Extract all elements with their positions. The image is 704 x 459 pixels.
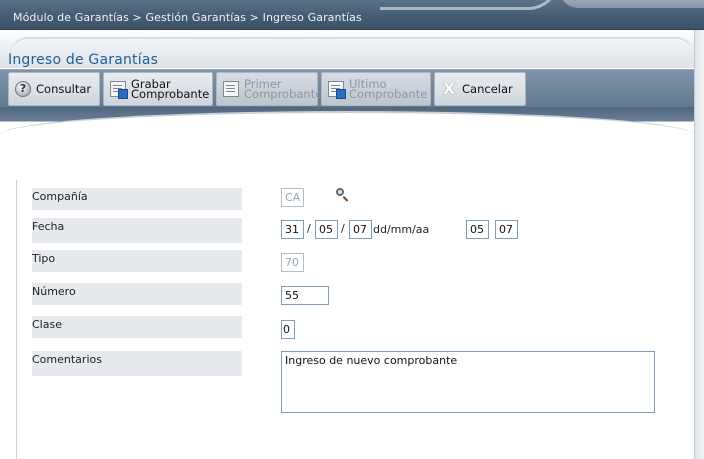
page-title: Ingreso de Garantías <box>8 52 159 68</box>
grabar-label-line2: Comprobante <box>131 87 210 101</box>
hora-input[interactable] <box>466 220 489 239</box>
x-icon: X <box>442 79 456 98</box>
primer-label-line2: Comprobante <box>244 87 323 101</box>
grabar-comprobante-button[interactable]: Grabar Comprobante <box>103 72 213 106</box>
fecha-year-input[interactable] <box>349 220 372 239</box>
cancelar-label: Cancelar <box>462 82 513 96</box>
fecha-format-hint: dd/mm/aa <box>373 223 430 236</box>
consultar-label: Consultar <box>36 82 92 96</box>
clase-input[interactable] <box>281 320 295 339</box>
magnifier-lens <box>336 188 344 196</box>
numero-input[interactable] <box>281 286 329 305</box>
cancelar-button[interactable]: X Cancelar <box>434 72 526 106</box>
decorative-band <box>0 107 694 151</box>
compania-input[interactable] <box>281 188 304 207</box>
decorative-wave <box>0 111 694 151</box>
fecha-month-input[interactable] <box>315 220 338 239</box>
minuto-input[interactable] <box>495 220 518 239</box>
fecha-day-input[interactable] <box>281 220 304 239</box>
comentarios-textarea[interactable]: Ingreso de nuevo comprobante <box>281 351 655 413</box>
ultimo-comprobante-button[interactable]: Ultimo Comprobante <box>321 72 431 106</box>
consultar-button[interactable]: ? Consultar <box>8 72 100 106</box>
right-edge-scroll-area <box>694 30 704 459</box>
document-last-icon <box>328 81 346 99</box>
fecha-label: Fecha <box>32 218 242 243</box>
breadcrumb: Módulo de Garantías > Gestión Garantías … <box>13 11 362 24</box>
fecha-separator: / <box>341 222 345 235</box>
decorative-swoosh <box>380 0 560 10</box>
breadcrumb-bar: Módulo de Garantías > Gestión Garantías … <box>0 0 704 30</box>
compania-label: Compañía <box>32 188 242 210</box>
ultimo-label-line2: Comprobante <box>349 87 428 101</box>
magnifier-handle <box>342 196 349 202</box>
primer-comprobante-button[interactable]: Primer Comprobante <box>216 72 322 106</box>
question-circle-icon: ? <box>15 81 31 97</box>
comentarios-label: Comentarios <box>32 351 242 376</box>
ultimo-label: Ultimo Comprobante <box>349 78 428 101</box>
grabar-label: Grabar Comprobante <box>131 78 210 101</box>
numero-label: Número <box>32 283 242 305</box>
document-first-icon <box>223 81 239 97</box>
fecha-separator: / <box>307 222 311 235</box>
tipo-input[interactable] <box>281 253 304 272</box>
magnifier-icon[interactable] <box>335 187 351 203</box>
clase-label: Clase <box>32 316 242 338</box>
document-save-icon <box>110 81 128 99</box>
primer-label: Primer Comprobante <box>244 78 323 101</box>
decorative-swoosh-right <box>560 0 704 8</box>
toolbar: ? Consultar Grabar Comprobante Primer Co… <box>0 69 694 107</box>
tipo-label: Tipo <box>32 250 242 272</box>
